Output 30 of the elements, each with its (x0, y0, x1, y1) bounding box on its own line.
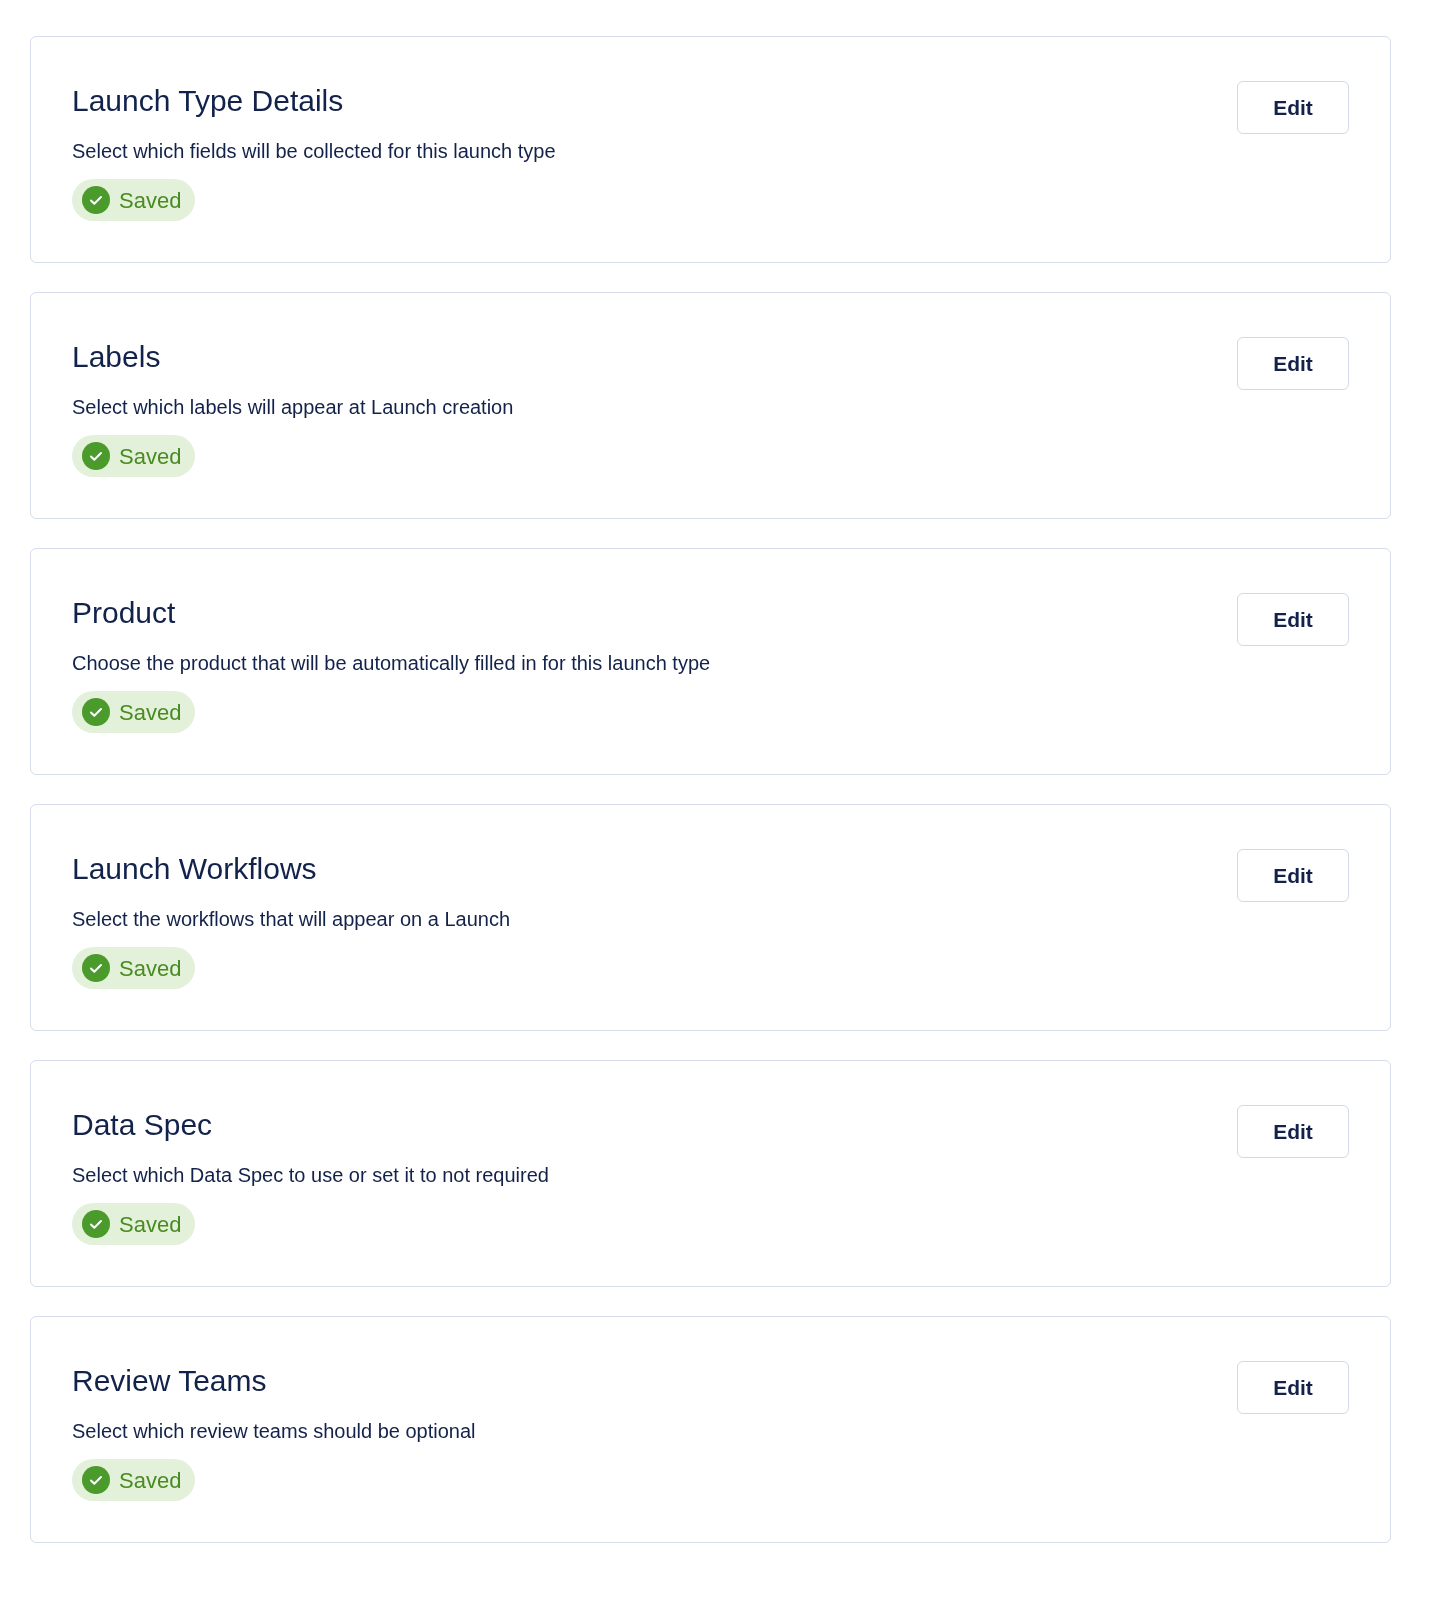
section-description: Select the workflows that will appear on a Launch (72, 907, 511, 932)
section-title: Review Teams (72, 1363, 267, 1399)
status-label: Saved (119, 442, 182, 471)
check-icon (82, 1466, 110, 1494)
edit-button[interactable]: Edit (1237, 593, 1349, 646)
section-title: Launch Workflows (72, 851, 317, 887)
check-icon (82, 442, 110, 470)
check-icon (82, 186, 110, 214)
status-label: Saved (119, 1466, 182, 1495)
status-label: Saved (119, 698, 182, 727)
section-description: Select which Data Spec to use or set it to not required (72, 1163, 549, 1188)
edit-button[interactable]: Edit (1237, 1361, 1349, 1414)
section-title: Product (72, 595, 176, 631)
section-title: Labels (72, 339, 161, 375)
check-icon (82, 1210, 110, 1238)
section-description: Select which labels will appear at Launch creation (72, 395, 514, 420)
status-label: Saved (119, 1210, 182, 1239)
check-icon (82, 954, 110, 982)
check-icon (82, 698, 110, 726)
section-description: Choose the product that will be automatically filled in for this launch type (72, 651, 711, 676)
edit-button[interactable]: Edit (1237, 337, 1349, 390)
edit-button[interactable]: Edit (1237, 1105, 1349, 1158)
status-label: Saved (119, 186, 182, 215)
section-description: Select which review teams should be optional (72, 1419, 476, 1444)
edit-button[interactable]: Edit (1237, 81, 1349, 134)
status-label: Saved (119, 954, 182, 983)
section-title: Launch Type Details (72, 83, 344, 119)
edit-button[interactable]: Edit (1237, 849, 1349, 902)
section-title: Data Spec (72, 1107, 213, 1143)
section-description: Select which fields will be collected for this launch type (72, 139, 556, 164)
